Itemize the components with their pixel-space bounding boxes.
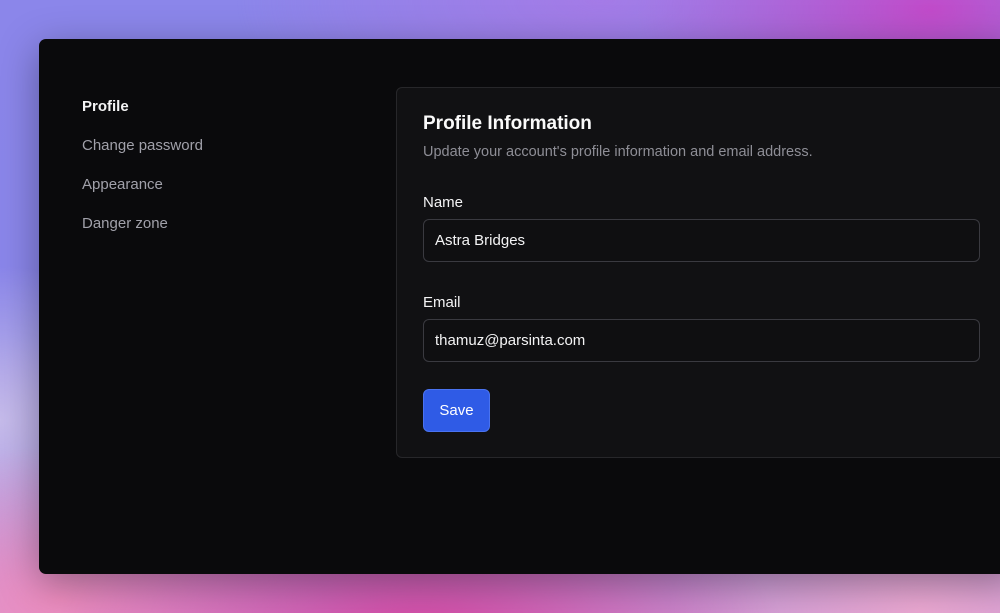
card-title: Profile Information — [423, 113, 592, 134]
card-subtitle: Update your account's profile informatio… — [423, 144, 813, 160]
sidebar-item-appearance[interactable]: Appearance — [82, 175, 322, 214]
settings-window: Profile Change password Appearance Dange… — [39, 39, 1000, 574]
sidebar-item-change-password[interactable]: Change password — [82, 136, 322, 175]
email-input[interactable] — [423, 319, 980, 362]
settings-sidebar: Profile Change password Appearance Dange… — [82, 97, 322, 253]
profile-information-card: Profile Information Update your account'… — [396, 87, 1000, 458]
email-label: Email — [423, 294, 461, 311]
save-button[interactable]: Save — [423, 389, 490, 432]
sidebar-item-profile[interactable]: Profile — [82, 97, 322, 136]
name-input[interactable] — [423, 219, 980, 262]
name-label: Name — [423, 194, 464, 211]
sidebar-item-danger-zone[interactable]: Danger zone — [82, 214, 322, 253]
